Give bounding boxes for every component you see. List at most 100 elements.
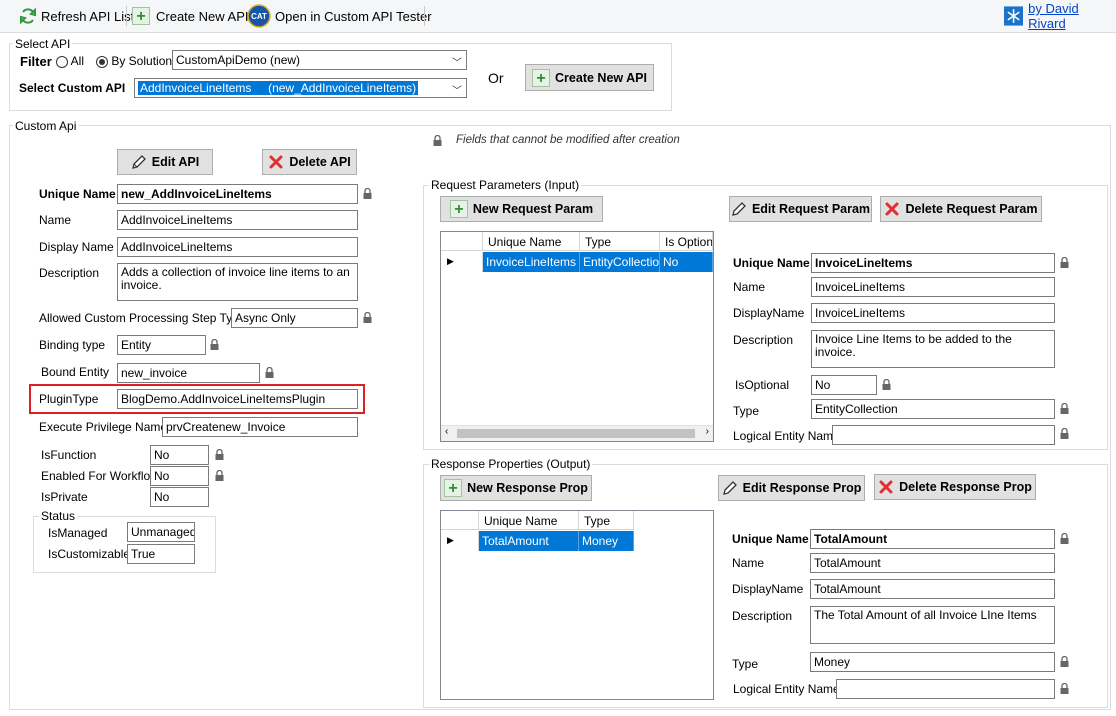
new-request-param-button[interactable]: + New Request Param — [440, 196, 603, 222]
custom-api-value: AddInvoiceLineItems (new_AddInvoiceLineI… — [138, 81, 419, 95]
display-name-label: Display Name — [39, 240, 114, 254]
req-logical-entity-label: Logical Entity Name — [733, 429, 840, 443]
solution-dropdown[interactable]: CustomApiDemo (new) ﹀ — [172, 50, 467, 70]
lock-icon — [210, 339, 219, 350]
lock-icon — [1060, 257, 1069, 268]
column-header[interactable]: Unique Name — [483, 232, 580, 251]
by-solution-label: By Solution — [111, 54, 173, 68]
pencil-icon — [131, 155, 146, 169]
create-new-api-button[interactable]: + Create New API — [525, 64, 654, 91]
delete-x-icon — [879, 480, 893, 494]
request-params-title: Request Parameters (Input) — [429, 178, 582, 192]
grid-cell[interactable]: No — [660, 252, 713, 272]
open-tester-label: Open in Custom API Tester — [275, 8, 432, 24]
resp-logical-entity-field[interactable] — [836, 679, 1055, 699]
chevron-left-icon[interactable]: ‹ — [445, 426, 448, 437]
req-description-field[interactable]: Invoice Line Items to be added to the in… — [811, 330, 1055, 368]
req-name-field[interactable]: InvoiceLineItems — [811, 277, 1055, 297]
author-link-text[interactable]: by David Rivard — [1028, 1, 1116, 31]
name-label: Name — [39, 213, 72, 227]
privilege-field[interactable]: prvCreatenew_Invoice — [162, 417, 358, 437]
lock-icon — [433, 135, 442, 146]
grid-cell[interactable]: TotalAmount — [479, 531, 579, 551]
table-row[interactable]: ▶ — [441, 252, 483, 272]
req-optional-field[interactable]: No — [811, 375, 877, 395]
grid-cell[interactable]: InvoiceLineItems — [483, 252, 580, 272]
new-response-prop-button[interactable]: + New Response Prop — [440, 475, 592, 501]
column-header[interactable]: Type — [580, 232, 660, 251]
pencil-icon — [722, 481, 737, 495]
plugin-type-field[interactable]: BlogDemo.AddInvoiceLineItemsPlugin — [117, 389, 358, 409]
edit-request-param-button[interactable]: Edit Request Param — [729, 196, 872, 222]
response-props-grid[interactable]: Unique Name Type ▶ TotalAmount Money — [440, 510, 714, 700]
req-unique-name-label: Unique Name — [733, 256, 810, 270]
cat-logo-text: CAT — [251, 12, 267, 21]
edit-response-prop-button[interactable]: Edit Response Prop — [718, 475, 865, 501]
is-function-field[interactable]: No — [150, 445, 209, 465]
lock-icon — [363, 188, 372, 199]
delete-request-param-button[interactable]: Delete Request Param — [880, 196, 1042, 222]
column-header[interactable]: Is Optiona — [660, 232, 713, 251]
binding-type-field[interactable]: Entity — [117, 335, 206, 355]
unique-name-label: Unique Name — [39, 187, 116, 201]
bound-entity-field[interactable]: new_invoice — [117, 363, 260, 383]
custom-api-dropdown[interactable]: AddInvoiceLineItems (new_AddInvoiceLineI… — [134, 78, 467, 98]
all-label: All — [70, 54, 85, 68]
chevron-right-icon[interactable]: › — [706, 426, 709, 437]
req-unique-name-field[interactable]: InvoiceLineItems — [811, 253, 1055, 273]
radio-checked-icon — [96, 55, 108, 68]
resp-type-field[interactable]: Money — [810, 652, 1055, 672]
req-optional-label: IsOptional — [735, 378, 790, 392]
plus-icon: + — [444, 479, 463, 497]
is-managed-field[interactable]: Unmanaged — [127, 522, 195, 542]
resp-logical-entity-label: Logical Entity Name — [733, 682, 840, 696]
delete-response-prop-button[interactable]: Delete Response Prop — [874, 474, 1036, 500]
column-header[interactable]: Type — [579, 511, 634, 530]
refresh-label: Refresh API List — [41, 8, 135, 24]
resp-name-label: Name — [732, 556, 765, 570]
lock-icon — [1060, 656, 1069, 667]
open-api-tester-button[interactable]: CAT Open in Custom API Tester — [247, 4, 432, 28]
lock-icon — [1060, 533, 1069, 544]
step-type-field[interactable]: Async Only — [231, 308, 358, 328]
resp-unique-name-field[interactable]: TotalAmount — [810, 529, 1055, 549]
delete-api-button[interactable]: Delete API — [262, 149, 357, 175]
grid-cell[interactable]: EntityCollection — [580, 252, 660, 272]
table-row[interactable]: ▶ — [441, 531, 479, 551]
workflow-field[interactable]: No — [150, 466, 209, 486]
req-type-field[interactable]: EntityCollection — [811, 399, 1055, 419]
filter-all-radio[interactable]: All — [56, 54, 84, 68]
request-params-grid[interactable]: Unique Name Type Is Optiona ▶ InvoiceLin… — [440, 231, 714, 442]
lock-icon — [882, 379, 891, 390]
chevron-down-icon: ﹀ — [452, 58, 462, 69]
is-customizable-field[interactable]: True — [127, 544, 195, 564]
req-display-name-field[interactable]: InvoiceLineItems — [811, 303, 1055, 323]
description-field[interactable]: Adds a collection of invoice line items … — [117, 263, 358, 301]
response-props-title: Response Properties (Output) — [429, 457, 593, 471]
resp-display-name-field[interactable]: TotalAmount — [810, 579, 1055, 599]
edit-api-button[interactable]: Edit API — [117, 149, 213, 175]
refresh-icon — [20, 7, 36, 25]
req-logical-entity-field[interactable] — [832, 425, 1055, 445]
is-function-label: IsFunction — [41, 448, 97, 462]
delete-request-param-label: Delete Request Param — [905, 202, 1038, 216]
author-link[interactable]: by David Rivard — [1004, 1, 1116, 31]
scrollbar-thumb[interactable] — [457, 429, 695, 438]
create-new-api-toolbar-button[interactable]: + Create New API — [132, 5, 249, 27]
display-name-field[interactable]: AddInvoiceLineItems — [117, 237, 358, 257]
req-type-label: Type — [733, 404, 760, 418]
toolbar-separator — [424, 6, 425, 26]
column-header[interactable]: Unique Name — [479, 511, 579, 530]
lock-icon — [215, 449, 224, 460]
horizontal-scrollbar[interactable]: ‹ › — [441, 425, 713, 441]
plugin-type-label: PluginType — [39, 392, 99, 406]
resp-name-field[interactable]: TotalAmount — [810, 553, 1055, 573]
resp-description-field[interactable]: The Total Amount of all Invoice LIne Ite… — [810, 606, 1055, 644]
grid-cell[interactable]: Money — [579, 531, 634, 551]
is-managed-label: IsManaged — [48, 526, 108, 540]
name-field[interactable]: AddInvoiceLineItems — [117, 210, 358, 230]
filter-by-solution-radio[interactable]: By Solution — [96, 54, 172, 68]
refresh-api-list-button[interactable]: Refresh API List — [18, 5, 134, 27]
is-private-field[interactable]: No — [150, 487, 209, 507]
unique-name-field[interactable]: new_AddInvoiceLineItems — [117, 184, 358, 204]
